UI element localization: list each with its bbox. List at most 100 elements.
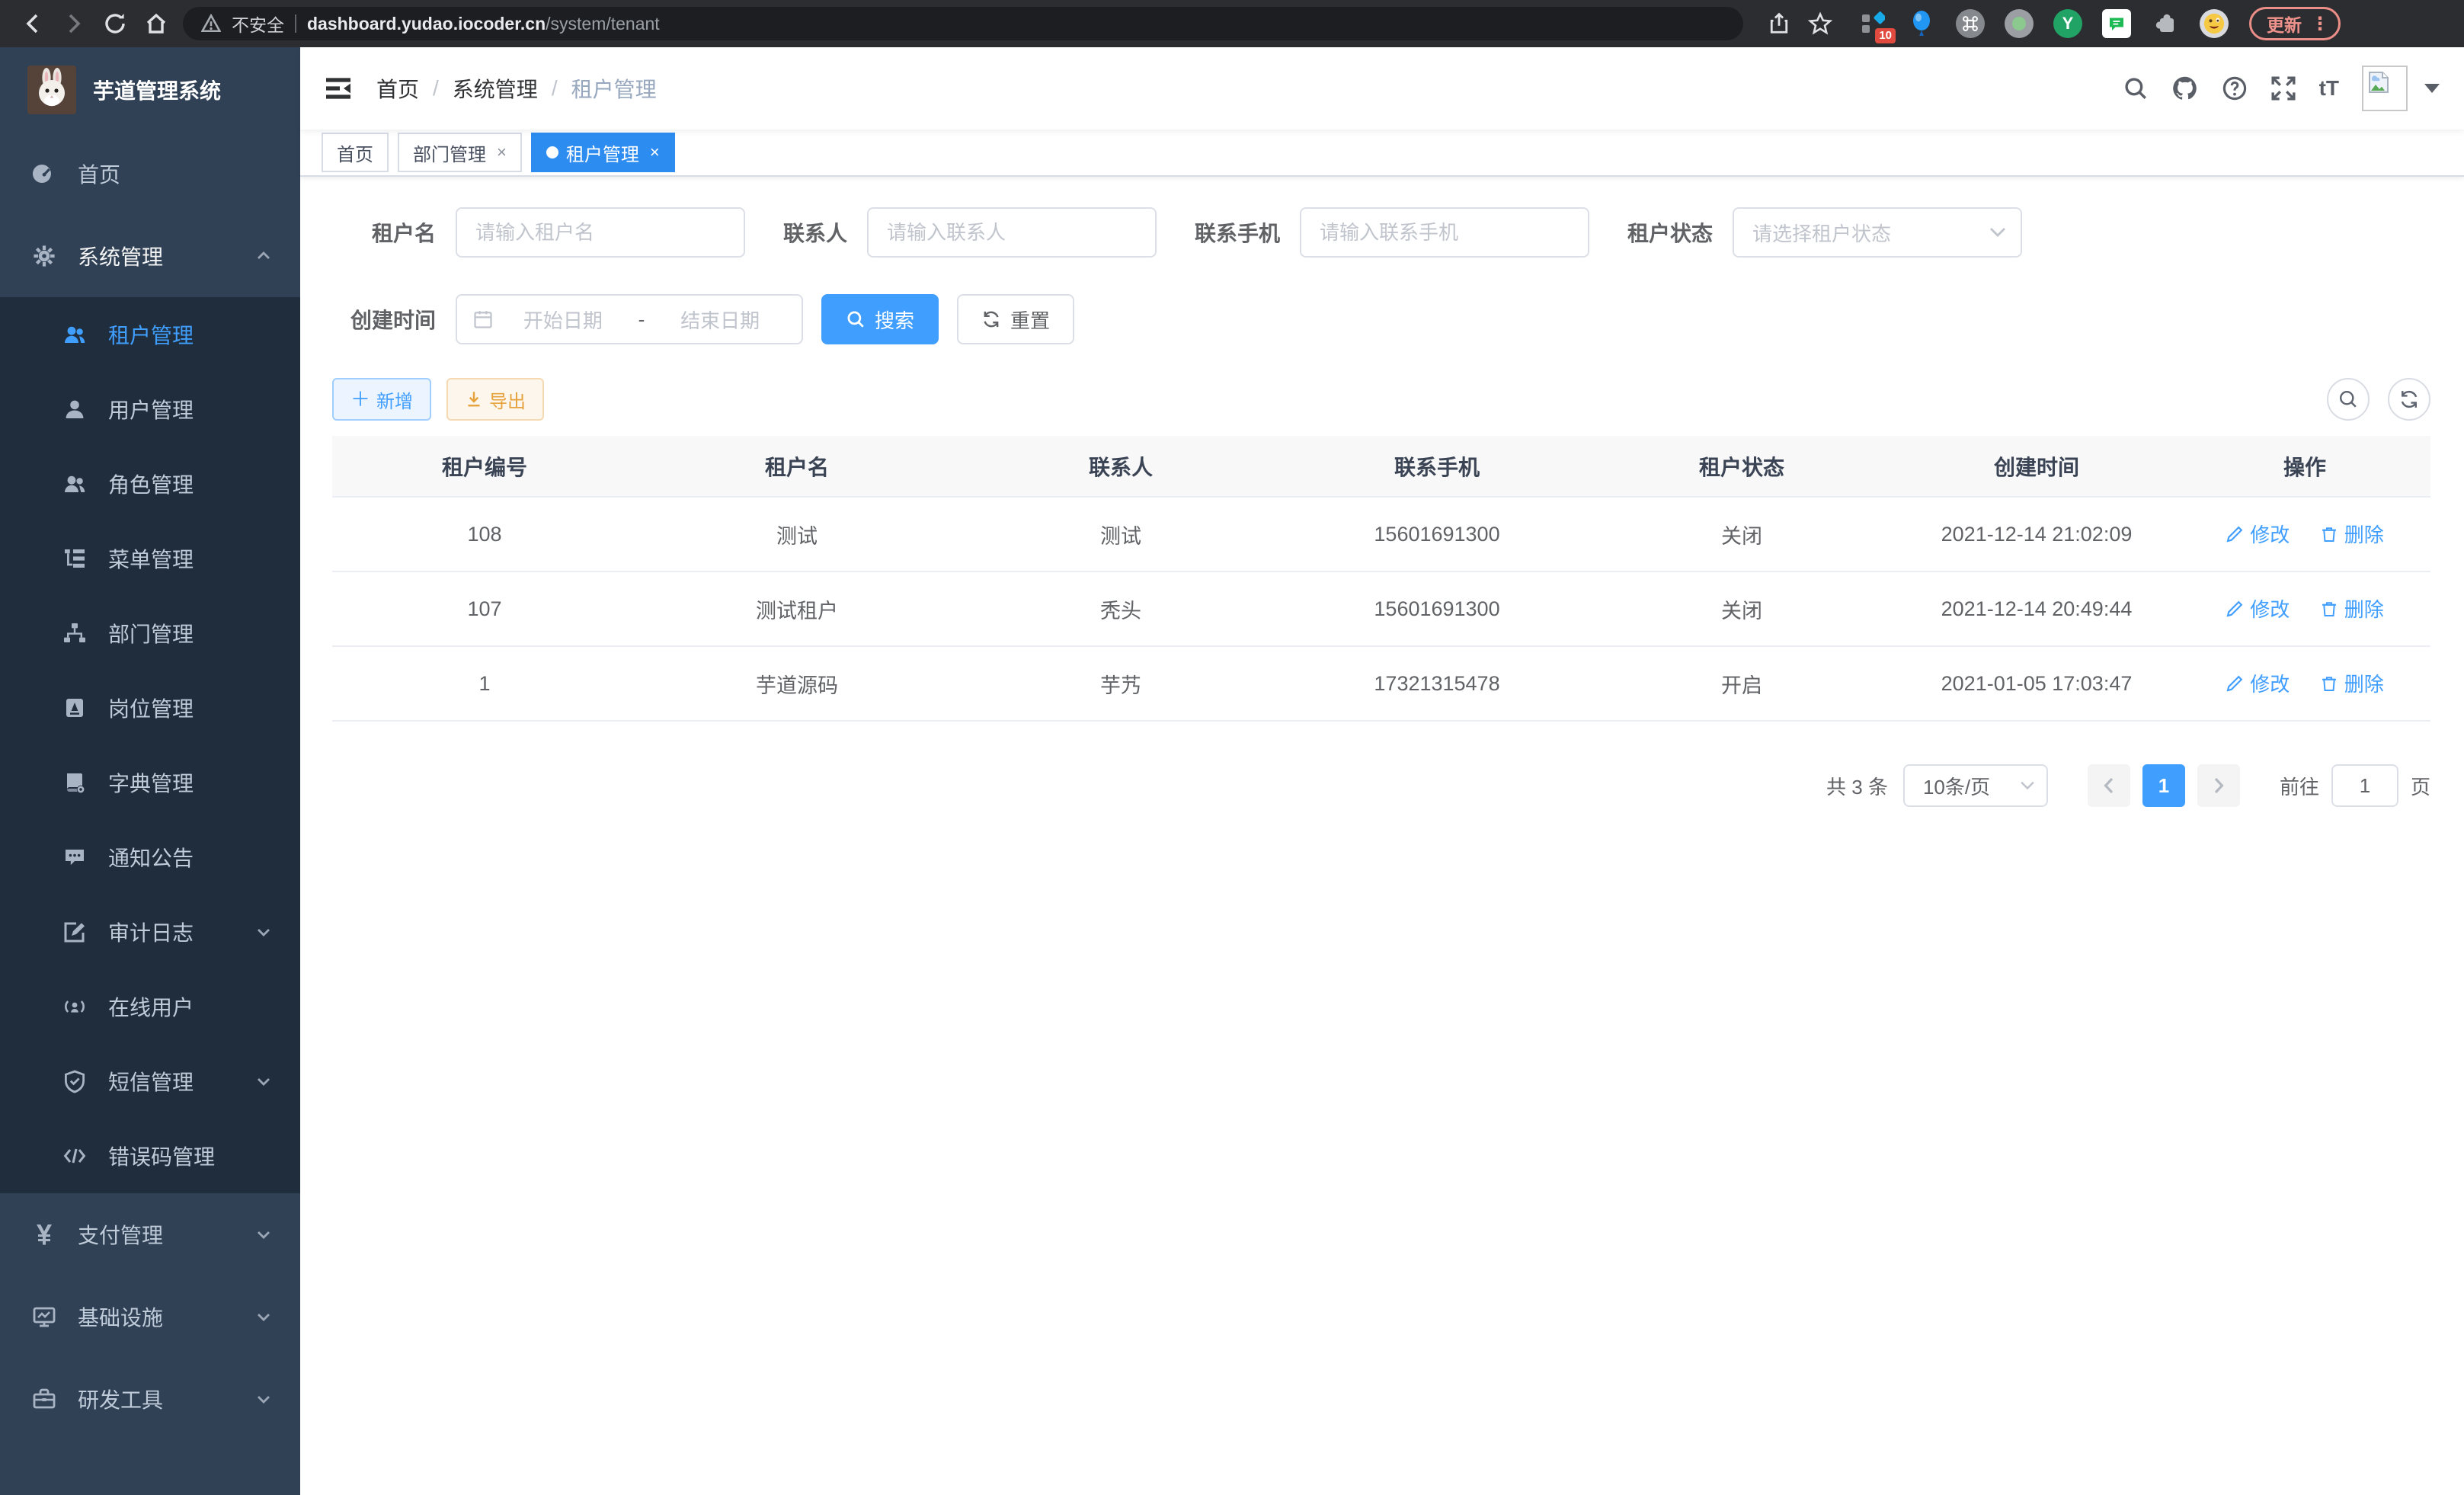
sidebar-item-tenant[interactable]: 租户管理 <box>0 297 300 372</box>
sidebar-item-online-users[interactable]: 在线用户 <box>0 969 300 1044</box>
calendar-icon <box>472 309 494 330</box>
extensions-puzzle-icon[interactable] <box>2149 7 2182 40</box>
next-page-icon[interactable] <box>2197 764 2240 807</box>
roles-icon <box>62 472 87 496</box>
edit-link[interactable]: 修改 <box>2226 669 2290 697</box>
tenant-name-input[interactable] <box>456 207 745 258</box>
breadcrumb-system[interactable]: 系统管理 <box>453 73 538 104</box>
search-icon[interactable] <box>2123 75 2149 101</box>
forward-icon[interactable] <box>53 3 94 44</box>
app-logo-row[interactable]: 芋道管理系统 <box>0 47 300 133</box>
cell-contact: 芋艿 <box>957 646 1285 721</box>
sidebar-item-dev-tools[interactable]: 研发工具 <box>0 1358 300 1440</box>
cell-contact: 测试 <box>957 497 1285 571</box>
column-header: 租户名 <box>637 436 957 497</box>
page-size-select[interactable]: 10条/页 <box>1903 764 2048 807</box>
extension-chat-icon[interactable] <box>2100 7 2133 40</box>
home-icon[interactable] <box>136 3 177 44</box>
github-icon[interactable] <box>2171 75 2199 102</box>
column-header: 联系手机 <box>1285 436 1589 497</box>
sidebar-item-user[interactable]: 用户管理 <box>0 372 300 447</box>
cell-tenant-name: 芋道源码 <box>637 646 957 721</box>
back-icon[interactable] <box>12 3 53 44</box>
help-icon[interactable] <box>2222 75 2248 101</box>
contact-input[interactable] <box>867 207 1157 258</box>
sidebar-item-sms[interactable]: 短信管理 <box>0 1044 300 1119</box>
edit-link[interactable]: 修改 <box>2226 520 2290 548</box>
plus-icon: ＋ <box>350 389 370 409</box>
column-header: 创建时间 <box>1894 436 2179 497</box>
refresh-table-icon[interactable] <box>2388 378 2430 421</box>
font-size-icon[interactable]: tT <box>2319 76 2339 101</box>
url-host: dashboard.yudao.iocoder.cn <box>307 14 546 34</box>
chrome-update-button[interactable]: 更新 ⋮ <box>2249 7 2341 40</box>
profile-avatar-icon[interactable] <box>2197 7 2231 40</box>
sidebar-item-error-code[interactable]: 错误码管理 <box>0 1119 300 1193</box>
system-submenu: 租户管理 用户管理 角色管理 菜单管理 <box>0 297 300 1193</box>
sidebar-item-menu[interactable]: 菜单管理 <box>0 521 300 596</box>
close-icon[interactable]: × <box>497 142 507 162</box>
table-settings <box>2327 378 2430 421</box>
sidebar-item-infra[interactable]: 基础设施 <box>0 1276 300 1358</box>
page-number-current[interactable]: 1 <box>2142 764 2185 807</box>
sidebar-item-notice[interactable]: 通知公告 <box>0 820 300 895</box>
sidebar-item-system[interactable]: 系统管理 <box>0 215 300 297</box>
extension-balloon-icon[interactable] <box>1905 7 1938 40</box>
sidebar-item-pay[interactable]: 支付管理 <box>0 1193 300 1276</box>
fullscreen-icon[interactable] <box>2270 75 2296 101</box>
avatar-dropdown-caret[interactable] <box>2424 84 2440 93</box>
reload-icon[interactable] <box>94 3 136 44</box>
tab-dept[interactable]: 部门管理 × <box>398 133 522 172</box>
share-icon[interactable] <box>1758 3 1800 44</box>
date-range-picker[interactable]: 开始日期 - 结束日期 <box>456 294 803 344</box>
extension-y-icon[interactable]: Y <box>2051 7 2085 40</box>
sidebar-item-dept[interactable]: 部门管理 <box>0 596 300 671</box>
add-button[interactable]: ＋ 新增 <box>332 378 431 421</box>
bookmark-star-icon[interactable] <box>1800 3 1841 44</box>
sidebar-item-home[interactable]: 首页 <box>0 133 300 215</box>
sidebar-item-dict[interactable]: 字典管理 <box>0 745 300 820</box>
reset-button[interactable]: 重置 <box>957 294 1074 344</box>
export-button[interactable]: 导出 <box>446 378 544 421</box>
tab-label: 租户管理 <box>566 139 639 166</box>
top-navbar: 首页 / 系统管理 / 租户管理 tT <box>300 47 2464 130</box>
monitor-icon <box>32 1305 56 1329</box>
breadcrumb-home[interactable]: 首页 <box>376 73 419 104</box>
delete-link[interactable]: 删除 <box>2320 669 2384 697</box>
status-select[interactable]: 请选择租户状态 <box>1733 207 2022 258</box>
date-start-placeholder: 开始日期 <box>497 306 629 334</box>
extension-command-icon[interactable] <box>1954 7 1987 40</box>
prev-page-icon[interactable] <box>2088 764 2130 807</box>
sidebar-item-post[interactable]: 岗位管理 <box>0 671 300 745</box>
page-content: 租户名 联系人 联系手机 租户状态 请选择租户状态 <box>300 177 2464 807</box>
goto-page-input[interactable] <box>2331 764 2398 807</box>
sidebar-item-label: 支付管理 <box>78 1219 163 1250</box>
toggle-search-icon[interactable] <box>2327 378 2370 421</box>
search-button[interactable]: 搜索 <box>821 294 939 344</box>
mobile-input[interactable] <box>1300 207 1589 258</box>
sidebar-item-role[interactable]: 角色管理 <box>0 447 300 521</box>
delete-link[interactable]: 删除 <box>2320 520 2384 548</box>
log-icon <box>62 920 87 944</box>
tab-tenant[interactable]: 租户管理 × <box>531 133 675 172</box>
sidebar-toggle-icon[interactable] <box>325 76 352 101</box>
goto-label: 前往 <box>2280 772 2319 800</box>
chevron-down-icon <box>2019 780 2036 791</box>
extension-dot-icon[interactable] <box>2002 7 2036 40</box>
close-icon[interactable]: × <box>650 142 660 162</box>
tags-view-bar: 首页 部门管理 × 租户管理 × <box>300 130 2464 177</box>
avatar[interactable] <box>2362 66 2408 111</box>
sidebar-item-label: 部门管理 <box>108 618 194 648</box>
browser-menu-icon[interactable]: ⋮ <box>2311 13 2329 35</box>
address-bar[interactable]: 不安全 dashboard.yudao.iocoder.cn/system/te… <box>183 7 1743 40</box>
app-title: 芋道管理系统 <box>93 75 221 105</box>
sidebar-item-label: 角色管理 <box>108 469 194 499</box>
sidebar-item-audit-log[interactable]: 审计日志 <box>0 895 300 969</box>
cell-create-time: 2021-12-14 20:49:44 <box>1894 571 2179 646</box>
sidebar-item-label: 审计日志 <box>108 917 194 947</box>
edit-link[interactable]: 修改 <box>2226 594 2290 623</box>
extension-grid-icon[interactable]: 10 <box>1856 7 1890 40</box>
tab-home[interactable]: 首页 <box>322 133 389 172</box>
delete-link[interactable]: 删除 <box>2320 594 2384 623</box>
online-icon <box>62 994 87 1019</box>
